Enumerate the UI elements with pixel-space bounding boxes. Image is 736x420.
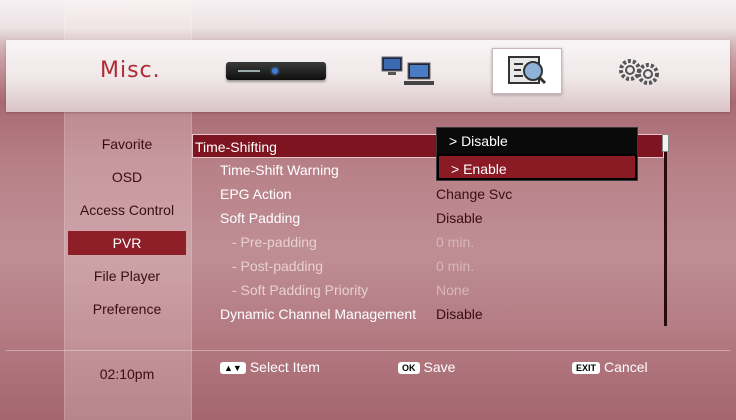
menu-row-label: Dynamic Channel Management [220, 306, 417, 322]
sidebar-item-pvr[interactable]: PVR [68, 231, 186, 255]
menu-row-soft-padding[interactable]: Soft Padding Disable [218, 206, 666, 230]
scrollbar-track[interactable] [664, 134, 667, 326]
page-title: Misc. [100, 58, 161, 83]
menu-row-label: Time-Shift Warning [220, 162, 339, 178]
scrollbar-thumb[interactable] [662, 134, 669, 152]
select-item-label: Select Item [249, 359, 320, 375]
save-hint[interactable]: OK Save [398, 359, 455, 375]
clock-time: 02:10pm [99, 366, 155, 382]
menu-row-label: - Pre-padding [232, 234, 317, 250]
menu-row-value: Change Svc [436, 186, 513, 202]
sidebar-item-file-player[interactable]: File Player [64, 264, 190, 288]
screen: Misc. Favorite OSD Access Control PVR Fi… [0, 0, 736, 420]
menu-row-label: Time-Shifting [195, 139, 277, 155]
menu-row-label: EPG Action [220, 186, 292, 202]
cancel-hint[interactable]: EXIT Cancel [572, 359, 648, 375]
exit-key-icon: EXIT [572, 362, 601, 375]
menu-row-value: Disable [436, 210, 483, 226]
sidebar-item-favorite[interactable]: Favorite [64, 132, 190, 156]
select-item-hint: ▲▼ Select Item [220, 359, 320, 375]
ok-key-icon: OK [398, 362, 420, 375]
misc-settings-icon[interactable] [492, 48, 562, 94]
cancel-label: Cancel [604, 359, 648, 375]
menu-row-soft-padding-priority: - Soft Padding Priority None [218, 278, 666, 302]
network-icon[interactable] [378, 55, 438, 87]
sidebar-item-preference[interactable]: Preference [64, 297, 190, 321]
menu-row-value: Disable [436, 306, 483, 322]
menu-row-pre-padding: - Pre-padding 0 min. [218, 230, 666, 254]
gears-icon[interactable] [614, 56, 664, 86]
menu-row-label: Soft Padding [220, 210, 301, 226]
up-down-key-icon: ▲▼ [220, 362, 246, 375]
menu-row-value: 0 min. [436, 234, 475, 250]
footer-divider [6, 350, 730, 351]
save-label: Save [423, 359, 456, 375]
dropdown-option-disable[interactable]: > Disable [437, 128, 637, 154]
sidebar: Favorite OSD Access Control PVR File Pla… [64, 132, 190, 330]
menu-row-dynamic-channel-management[interactable]: Dynamic Channel Management Disable [218, 302, 666, 326]
time-shifting-dropdown: > Disable > Enable [436, 127, 638, 181]
menu-row-value: 0 min. [436, 258, 475, 274]
sidebar-item-osd[interactable]: OSD [64, 165, 190, 189]
menu-row-value: None [436, 282, 470, 298]
menu-row-label: - Soft Padding Priority [232, 282, 369, 298]
set-top-box-icon[interactable] [226, 62, 326, 80]
menu-row-epg-action[interactable]: EPG Action Change Svc [218, 182, 666, 206]
dropdown-option-enable[interactable]: > Enable [437, 154, 637, 180]
sidebar-item-access-control[interactable]: Access Control [64, 198, 190, 222]
menu-row-label: - Post-padding [232, 258, 324, 274]
menu-row-post-padding: - Post-padding 0 min. [218, 254, 666, 278]
